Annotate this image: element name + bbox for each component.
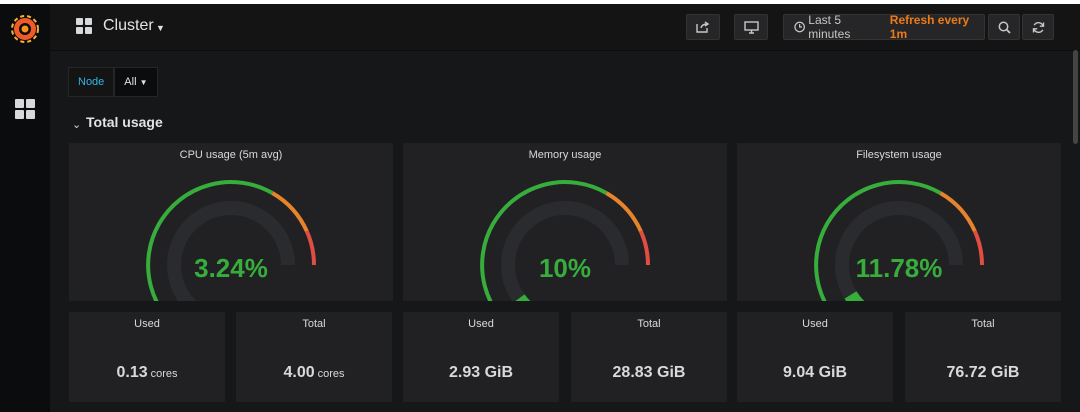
gauge-panel-memory: Memory usage 10% [403, 143, 727, 301]
dashboards-icon[interactable] [15, 99, 36, 120]
row-title[interactable]: Total usage [86, 114, 163, 130]
gauge-panel-filesystem: Filesystem usage 11.78% [737, 143, 1061, 301]
template-variable-node: Node All ▼ [68, 67, 158, 97]
row-collapse-chevron-icon[interactable]: ⌄ [72, 118, 81, 131]
gauge-panel-cpu: CPU usage (5m avg) 3.24% [69, 143, 393, 301]
dashboard-title[interactable]: Cluster [103, 17, 154, 35]
stat-number: 4.00 [283, 364, 315, 381]
gauge-track [835, 201, 963, 301]
variable-select[interactable]: All ▼ [114, 67, 158, 97]
stat-value: 4.00 cores [236, 364, 392, 382]
stat-value: 9.04 GiB [737, 364, 893, 382]
stat-panel-memory-used: Used 2.93 GiB [403, 312, 559, 402]
time-range-label: Last 5 minutes [808, 13, 851, 41]
gauge-track [501, 201, 629, 301]
zoom-out-button[interactable] [988, 14, 1020, 40]
refresh-button[interactable] [1022, 14, 1054, 40]
stat-value: 28.83 GiB [571, 364, 727, 382]
stat-number: 2.93 GiB [448, 364, 514, 381]
panel-title[interactable]: Total [905, 318, 1061, 330]
stat-number: 28.83 GiB [612, 364, 686, 381]
navbar: Cluster ▼ Last 5 minutes Refresh every 1… [50, 4, 1080, 51]
stat-panel-memory-total: Total 28.83 GiB [571, 312, 727, 402]
panel-title[interactable]: Used [403, 318, 559, 330]
panel-title[interactable]: Used [737, 318, 893, 330]
share-icon [696, 21, 710, 33]
stat-number: 76.72 GiB [946, 364, 1020, 381]
zoom-out-icon [998, 21, 1011, 34]
stat-number: 9.04 GiB [782, 364, 848, 381]
stat-value: 76.72 GiB [905, 364, 1061, 382]
gauge-value: 3.24% [194, 253, 268, 283]
chevron-down-icon[interactable]: ▼ [156, 23, 165, 33]
stat-value: 2.93 GiB [403, 364, 559, 382]
stat-panel-cpu-used: Used 0.13 cores [69, 312, 225, 402]
grafana-logo-icon[interactable] [10, 14, 40, 44]
stat-panel-filesystem-total: Total 76.72 GiB [905, 312, 1061, 402]
gauge-value: 11.78% [855, 253, 943, 283]
dashboard-main: Cluster ▼ Last 5 minutes Refresh every 1… [50, 4, 1080, 412]
stat-panel-cpu-total: Total 4.00 cores [236, 312, 392, 402]
panel-title[interactable]: Total [571, 318, 727, 330]
variable-value: All [124, 76, 137, 88]
gauge-value: 10% [538, 253, 592, 283]
caret-down-icon: ▼ [139, 77, 148, 87]
stat-unit: cores [150, 368, 178, 380]
tv-mode-icon [743, 20, 759, 34]
refresh-interval-label: Refresh every 1m [889, 13, 970, 41]
dashboard-grid-icon [76, 18, 93, 35]
panel-title[interactable]: Used [69, 318, 225, 330]
time-picker-button[interactable]: Last 5 minutes Refresh every 1m [783, 13, 985, 41]
variable-label: Node [68, 67, 115, 97]
side-menu [0, 4, 50, 412]
gauge-track [167, 201, 295, 301]
panel-title[interactable]: Total [236, 318, 392, 330]
refresh-icon [1032, 21, 1044, 33]
scrollbar[interactable] [1073, 50, 1078, 144]
stat-unit: cores [317, 368, 345, 380]
tv-mode-button[interactable] [734, 14, 768, 40]
stat-number: 0.13 [116, 364, 148, 381]
clock-icon [794, 21, 805, 33]
share-button[interactable] [686, 14, 720, 40]
stat-value: 0.13 cores [69, 364, 225, 382]
stat-panel-filesystem-used: Used 9.04 GiB [737, 312, 893, 402]
